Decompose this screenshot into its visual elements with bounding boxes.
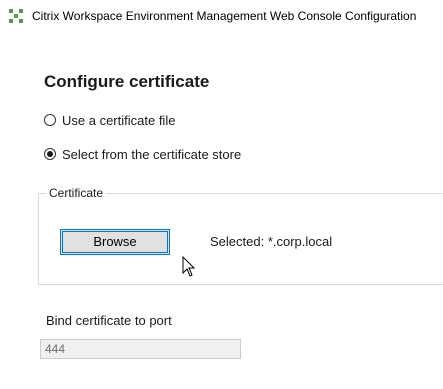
radio-label[interactable]: Select from the certificate store — [62, 147, 241, 162]
certificate-group-legend: Certificate — [46, 186, 107, 200]
radio-use-certificate-file[interactable]: Use a certificate file — [44, 111, 175, 129]
title-bar: Citrix Workspace Environment Management … — [0, 0, 443, 32]
page-title: Configure certificate — [44, 72, 210, 91]
browse-button[interactable]: Browse — [60, 229, 170, 255]
radio-button-checked[interactable] — [44, 148, 56, 160]
radio-button[interactable] — [44, 114, 56, 126]
selected-certificate-text: Selected: *.corp.local — [210, 234, 333, 249]
bind-port-label: Bind certificate to port — [46, 313, 172, 328]
window-title: Citrix Workspace Environment Management … — [32, 9, 417, 23]
port-input[interactable] — [40, 339, 241, 359]
radio-label[interactable]: Use a certificate file — [62, 113, 175, 128]
mouse-cursor-icon — [182, 256, 196, 277]
radio-select-from-store[interactable]: Select from the certificate store — [44, 145, 241, 163]
citrix-app-icon — [9, 9, 23, 23]
